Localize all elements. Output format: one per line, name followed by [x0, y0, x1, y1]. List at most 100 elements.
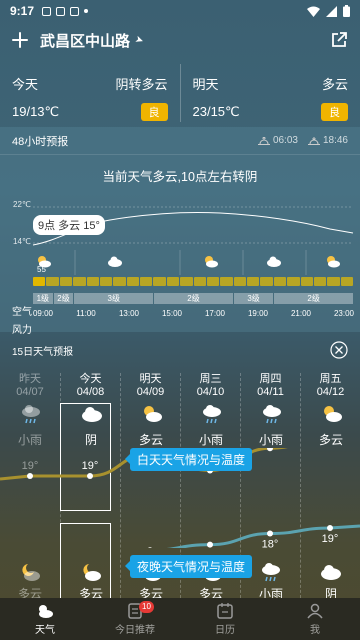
low-temp-point [327, 525, 333, 531]
notification-dot-icon [84, 9, 89, 13]
notification-icon [42, 6, 52, 16]
header: 武昌区中山路 ➤ [0, 22, 360, 58]
forecast-48h-title: 48小时预报 [12, 135, 69, 148]
day-condition: 小雨 [198, 433, 223, 447]
light-rain-icon [20, 405, 42, 425]
system-icons [307, 5, 350, 17]
forecast-48h-description: 当前天气多云,10点左右转阴 [102, 170, 258, 184]
hour-time-label: 11:00 [76, 309, 96, 318]
day-name: 昨天 [19, 373, 41, 385]
aqi-cell [153, 277, 166, 286]
day-date: 04/08 [76, 386, 105, 398]
hourly-aqi-bar [33, 277, 353, 286]
partly-cloudy-night-icon [19, 563, 41, 583]
aqi-cell [260, 277, 273, 286]
nav-weather-label: 天气 [35, 624, 55, 636]
aqi-cell [113, 277, 126, 286]
aqi-cell [126, 277, 139, 286]
sunset-time: 18:46 [322, 135, 348, 146]
hourly-tooltip: 9点 多云 15° [33, 215, 105, 235]
aqi-cell [73, 277, 86, 286]
night-condition: 多云 [198, 587, 223, 598]
day-date: 04/09 [136, 386, 165, 398]
day-date: 04/10 [196, 386, 225, 398]
aqi-cell [233, 277, 246, 286]
today-tomorrow-summary: 今天 阴转多云 19/13℃ 良 明天 多云 23/15℃ 良 [0, 64, 360, 122]
weather-nav-icon [39, 604, 53, 618]
today-aqi-badge: 良 [140, 103, 168, 121]
aqi-cell [300, 277, 313, 286]
day-name: 周三 [199, 373, 222, 385]
aqi-cell [206, 277, 220, 286]
aqi-row-label: 空气 [12, 307, 32, 318]
signal-icon [326, 5, 337, 17]
aqi-cell [33, 277, 46, 286]
light-rain-icon [201, 405, 223, 425]
tomorrow-card[interactable]: 明天 多云 23/15℃ 良 [179, 64, 360, 122]
today-card[interactable]: 今天 阴转多云 19/13℃ 良 [0, 64, 180, 122]
day-condition: 小雨 [17, 433, 42, 447]
aqi-cell [247, 277, 260, 286]
callout-night-info: 夜晚天气情况与温度 [124, 555, 253, 578]
high-temp-point [267, 448, 273, 452]
share-icon[interactable] [330, 31, 348, 49]
partly-cloudy-icon [321, 405, 343, 425]
hourly-wind-bar: 1级 2级 3级 2级 3级 2级 [33, 293, 353, 304]
aqi-cell [220, 277, 233, 286]
recommend-badge: 10 [139, 601, 154, 613]
forecast-48h-panel[interactable]: 48小时预报 06:03 18:46 当前天气多云,10点左右转阴 22℃ 14… [0, 127, 360, 336]
night-condition: 小雨 [258, 587, 283, 598]
tomorrow-label: 明天 [192, 77, 219, 92]
sunrise: 06:03 [257, 135, 298, 146]
nav-me[interactable]: 我 [270, 598, 360, 640]
hour-time-label: 13:00 [118, 309, 140, 318]
partly-cloudy-icon [141, 405, 163, 425]
light-rain-icon [260, 563, 282, 583]
low-temp-label: 18° [262, 539, 279, 548]
nav-weather[interactable]: 天气 [0, 598, 90, 640]
today-condition: 阴转多云 [115, 77, 168, 92]
wind-segment: 2级 [53, 293, 74, 304]
notification-icon [70, 6, 80, 16]
close-icon[interactable] [330, 341, 348, 359]
day-condition: 小雨 [258, 433, 283, 447]
location-title[interactable]: 武昌区中山路 [40, 30, 130, 51]
location-arrow-icon: ➤ [133, 33, 146, 47]
status-time: 9:17 [10, 4, 35, 18]
low-temp-label: 19° [322, 533, 339, 545]
nav-calendar[interactable]: 日历 [180, 598, 270, 640]
aqi-cell [273, 277, 287, 286]
notification-icons [42, 6, 89, 16]
high-temp-point [27, 473, 33, 479]
sunrise-icon [257, 136, 270, 145]
low-temp-point [147, 547, 153, 548]
hour-time-label: 09:00 [32, 309, 54, 318]
low-temp-line [166, 524, 360, 548]
day-condition: 多云 [138, 433, 163, 447]
hour-time-label: 21:00 [290, 309, 312, 318]
overcast-icon [320, 563, 342, 583]
aqi-cell [86, 277, 99, 286]
sunset: 18:46 [307, 135, 348, 146]
forecast-15d-panel[interactable]: 15日天气预报 昨天 04/07 小雨 多云 今天 04/08 阴 多云 明天 … [0, 337, 360, 598]
tomorrow-temp: 23/15℃ [192, 104, 240, 119]
wind-segment: 3级 [74, 293, 154, 304]
calendar-nav-icon [217, 602, 233, 619]
add-city-icon[interactable] [12, 32, 28, 48]
nav-recommend-label: 今日推荐 [115, 624, 155, 636]
nav-recommend[interactable]: 10 今日推荐 [90, 598, 180, 640]
hour-time-label: 23:00 [333, 309, 355, 318]
sunset-icon [307, 136, 320, 145]
wind-row-label: 风力 [12, 325, 32, 336]
tomorrow-aqi-badge: 良 [321, 103, 348, 121]
day-name: 明天 [139, 373, 162, 385]
bottom-nav: 天气 10 今日推荐 日历 我 [0, 598, 360, 640]
callout-day-info: 白天天气情况与温度 [124, 448, 253, 471]
hour-time-label: 17:00 [204, 309, 226, 318]
day-name: 周五 [319, 373, 342, 385]
aqi-cell [99, 277, 113, 286]
wifi-icon [307, 6, 320, 17]
aqi-value: 55 [37, 265, 46, 274]
hourly-weather-icon [267, 256, 281, 267]
today-temp: 19/13℃ [12, 104, 60, 119]
